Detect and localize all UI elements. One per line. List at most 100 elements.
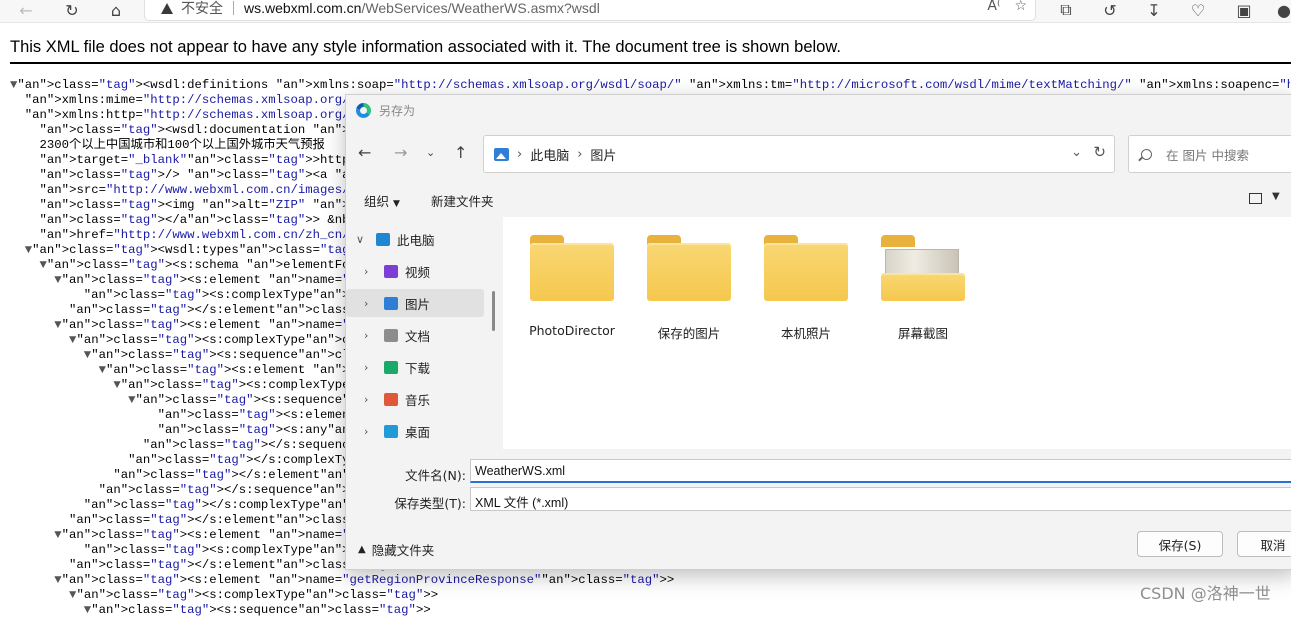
folder-view: PhotoDirector 保存的图片 本机照片 屏幕截图 <box>503 217 1291 449</box>
filename-field[interactable]: WeatherWS.xml <box>470 459 1291 483</box>
filetype-select[interactable]: XML 文件 (*.xml) <box>470 487 1291 511</box>
organize-button[interactable]: 组织 ▼ <box>364 191 400 210</box>
hide-folders-label: 隐藏文件夹 <box>371 543 435 558</box>
hide-folders-toggle[interactable]: ▲ 隐藏文件夹 <box>358 540 434 559</box>
music-icon <box>384 392 398 406</box>
url-text[interactable]: ws.webxml.com.cn/WebServices/WeatherWS.a… <box>244 0 600 16</box>
folder-item[interactable]: 屏幕截图 <box>868 235 978 342</box>
url-domain: ws.webxml.com.cn <box>244 0 362 16</box>
nav-item-label: 视频 <box>405 264 431 280</box>
folder-label: PhotoDirector <box>529 323 615 338</box>
back-icon[interactable]: ← <box>14 0 38 20</box>
nav-item-label: 音乐 <box>405 392 431 408</box>
search-input[interactable]: 在 图片 中搜索 <box>1128 135 1291 173</box>
chevron-down-icon[interactable]: ∨ <box>356 233 364 246</box>
pictures-location-icon <box>494 147 509 161</box>
organize-label: 组织 <box>364 194 390 209</box>
cancel-button[interactable]: 取消 <box>1237 531 1291 557</box>
view-mode-icon[interactable] <box>1249 193 1262 204</box>
chevron-right-icon[interactable]: › <box>364 329 368 342</box>
notice-divider <box>10 62 1291 64</box>
forward-icon[interactable]: → <box>394 143 407 162</box>
folder-item[interactable]: 保存的图片 <box>634 235 744 342</box>
chevron-right-icon[interactable]: › <box>364 393 368 406</box>
downloads-icon[interactable]: ↧ <box>1142 0 1166 20</box>
performance-icon[interactable]: ♡ <box>1186 0 1210 20</box>
download-icon <box>384 360 398 374</box>
folder-icon <box>530 235 614 301</box>
breadcrumb-this-pc[interactable]: 此电脑 <box>530 145 569 164</box>
folder-label: 屏幕截图 <box>897 326 948 341</box>
chevron-right-icon[interactable]: › <box>364 297 368 310</box>
nav-item-documents[interactable]: › 文档 <box>346 321 484 349</box>
insecure-label[interactable]: 不安全 <box>181 0 223 18</box>
dialog-titlebar[interactable]: 另存为 <box>346 95 1291 125</box>
video-icon <box>384 264 398 278</box>
chevron-right-icon[interactable]: › <box>577 147 582 162</box>
browser-toolbar: ← ↻ ⌂ 不安全 ws.webxml.com.cn/WebServices/W… <box>0 0 1291 23</box>
up-folder-icon[interactable]: ↑ <box>454 143 467 162</box>
save-button[interactable]: 保存(S) <box>1137 531 1223 557</box>
navigation-pane: ∨ 此电脑 › 视频 › 图片 › 文档 › 下载 › 音乐 › 桌面 <box>346 217 501 449</box>
command-bar: 组织 ▼ 新建文件夹 ▼ <box>346 183 1291 213</box>
filetype-label: 保存类型(T): <box>394 496 466 511</box>
folder-icon <box>647 235 731 301</box>
chevron-down-icon[interactable]: ⌄ <box>1071 145 1082 160</box>
xml-line[interactable]: ▼"an">class="tag"><s:element "an">name="… <box>10 573 1290 588</box>
xml-line[interactable]: ▼"an">class="tag"><s:complexType"an">cla… <box>10 588 1290 603</box>
address-bar[interactable]: 不安全 ws.webxml.com.cn/WebServices/Weather… <box>145 0 1035 20</box>
folder-item[interactable]: PhotoDirector <box>517 235 627 338</box>
breadcrumb[interactable]: › 此电脑 › 图片 ⌄ ↻ <box>483 135 1115 173</box>
nav-item-label: 下载 <box>405 360 431 376</box>
nav-item-label: 此电脑 <box>397 232 435 248</box>
folder-item[interactable]: 本机照片 <box>751 235 861 342</box>
navigation-scrollbar[interactable] <box>492 291 495 331</box>
xml-style-notice: This XML file does not appear to have an… <box>10 38 841 56</box>
address-separator <box>233 1 234 15</box>
folder-icon <box>764 235 848 301</box>
xml-line[interactable]: ▼"an">class="tag"><s:sequence"an">class=… <box>10 603 1290 618</box>
nav-item-music[interactable]: › 音乐 <box>346 385 484 413</box>
search-placeholder: 在 图片 中搜索 <box>1166 147 1249 163</box>
back-icon[interactable]: ← <box>358 143 371 162</box>
caret-down-icon: ▼ <box>393 199 400 209</box>
chevron-right-icon[interactable]: › <box>364 265 368 278</box>
refresh-icon[interactable]: ↻ <box>60 0 84 20</box>
nav-item-download[interactable]: › 下载 <box>346 353 484 381</box>
read-aloud-icon[interactable]: A⁽ <box>987 0 1000 14</box>
warning-icon <box>161 2 173 14</box>
edge-browser-icon <box>356 102 371 118</box>
filetype-row: 保存类型(T): XML 文件 (*.xml) <box>346 487 1291 513</box>
dialog-title: 另存为 <box>379 103 416 118</box>
caret-down-icon[interactable]: ▼ <box>1272 191 1280 202</box>
search-icon <box>1141 148 1152 160</box>
pictures-icon <box>384 296 398 310</box>
chevron-right-icon[interactable]: › <box>364 425 368 438</box>
breadcrumb-pictures[interactable]: 图片 <box>590 145 616 164</box>
nav-item-label: 文档 <box>405 328 431 344</box>
computer-icon <box>376 232 390 246</box>
collections-icon[interactable]: ⧉ <box>1054 0 1078 20</box>
nav-item-video[interactable]: › 视频 <box>346 257 484 285</box>
nav-item-computer[interactable]: ∨ 此电脑 <box>346 225 484 253</box>
desktop-icon <box>384 424 398 438</box>
nav-item-pictures[interactable]: › 图片 <box>346 289 484 317</box>
profile-icon[interactable]: ● <box>1272 0 1291 20</box>
refresh-icon[interactable]: ↻ <box>1093 143 1106 161</box>
nav-item-desktop[interactable]: › 桌面 <box>346 417 484 445</box>
caret-up-icon: ▲ <box>358 544 366 555</box>
documents-icon <box>384 328 398 342</box>
csdn-watermark: CSDN @洛神一世 <box>1140 584 1271 603</box>
new-folder-button[interactable]: 新建文件夹 <box>431 191 494 210</box>
dialog-nav-row: ← → ⌄ ↑ › 此电脑 › 图片 ⌄ ↻ 在 图片 中搜索 <box>346 135 1291 173</box>
extension-icon[interactable]: ▣ <box>1232 0 1256 20</box>
filename-label: 文件名(N): <box>405 468 466 483</box>
chevron-right-icon[interactable]: › <box>364 361 368 374</box>
xml-line[interactable]: ▼"an">class="tag"><wsdl:definitions "an"… <box>10 78 1290 93</box>
favorite-add-icon[interactable]: ☆ <box>1014 0 1027 14</box>
nav-item-label: 图片 <box>405 296 431 312</box>
home-icon[interactable]: ⌂ <box>104 0 128 20</box>
history-icon[interactable]: ↺ <box>1098 0 1122 20</box>
chevron-right-icon[interactable]: › <box>517 147 522 162</box>
recent-locations-icon[interactable]: ⌄ <box>426 146 435 159</box>
